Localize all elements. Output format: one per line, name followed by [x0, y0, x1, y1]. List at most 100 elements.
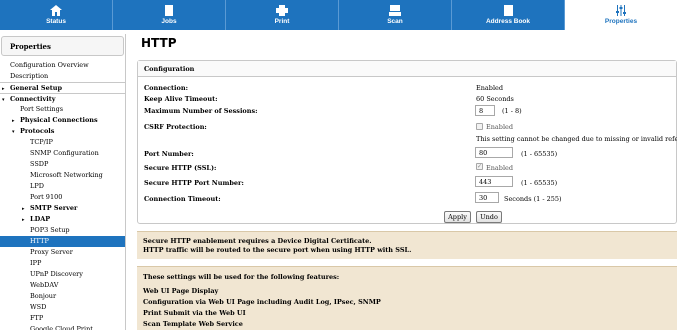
secure-port-label: Secure HTTP Port Number: — [144, 179, 244, 187]
sidebar-item-label: FTP — [30, 314, 44, 322]
sidebar-item-label: SSDP — [30, 160, 49, 168]
port-label: Port Number: — [144, 150, 194, 158]
configuration-panel: Configuration Connection: Enabled Keep A… — [137, 60, 677, 224]
sidebar-item-label: Connectivity — [10, 95, 56, 103]
sidebar-item-smtp-server[interactable]: ▸ SMTP Server — [0, 203, 125, 214]
sidebar-item-ftp[interactable]: FTP — [0, 313, 125, 324]
sidebar-item-upnp-discovery[interactable]: UPnP Discovery — [0, 269, 125, 280]
secure-http-label: Secure HTTP (SSL): — [144, 164, 217, 172]
sidebar-item-pop3-setup[interactable]: POP3 Setup — [0, 225, 125, 236]
sliders-icon — [616, 5, 626, 16]
sidebar-item-physical-connections[interactable]: ▸ Physical Connections — [0, 115, 125, 126]
sidebar-item-port-9100[interactable]: Port 9100 — [0, 192, 125, 203]
sidebar-item-label: LPD — [30, 182, 44, 190]
sidebar-item-label: WSD — [30, 303, 47, 311]
tab-print[interactable]: Print — [226, 0, 339, 30]
port-range: (1 - 65535) — [521, 150, 558, 158]
sidebar-item-label: WebDAV — [30, 281, 59, 289]
keep-alive-label: Keep Alive Timeout: — [144, 95, 218, 103]
expand-arrow-icon[interactable]: ▸ — [22, 215, 30, 226]
sidebar-item-label: Protocols — [20, 127, 55, 135]
sidebar-item-label: Port 9100 — [30, 193, 63, 201]
main-content: HTTP Configuration Connection: Enabled K… — [137, 34, 677, 330]
sidebar-item-lpd[interactable]: LPD — [0, 181, 125, 192]
port-input[interactable]: 80 — [475, 147, 513, 158]
secure-port-range: (1 - 65535) — [521, 179, 558, 187]
features-notice: These settings will be used for the foll… — [137, 266, 677, 330]
sidebar-item-label: Microsoft Networking — [30, 171, 103, 179]
address-book-icon — [504, 5, 513, 16]
tab-address-book[interactable]: Address Book — [452, 0, 565, 30]
sidebar-item-snmp-configuration[interactable]: SNMP Configuration — [0, 148, 125, 159]
sidebar-list: Configuration Overview Description ▸ Genera… — [0, 60, 125, 330]
jobs-icon — [165, 5, 173, 16]
sidebar-item-configuration-overview[interactable]: Configuration Overview — [0, 60, 125, 71]
apply-button[interactable]: Apply — [444, 211, 471, 223]
sidebar-item-label: Google Cloud Print — [30, 325, 93, 330]
sidebar-item-label: Port Settings — [20, 105, 64, 113]
secure-http-checkbox-label: Enabled — [486, 164, 514, 172]
tab-properties-label: Properties — [604, 18, 638, 25]
sidebar-item-description[interactable]: Description — [0, 71, 125, 82]
feature-item: Configuration via Web UI Page including … — [143, 298, 381, 306]
sidebar-item-microsoft-networking[interactable]: Microsoft Networking — [0, 170, 125, 181]
sidebar-item-label: UPnP Discovery — [30, 270, 83, 278]
tab-scan-label: Scan — [387, 18, 403, 25]
feature-item: Web UI Page Display — [143, 287, 219, 295]
undo-button[interactable]: Undo — [476, 211, 502, 223]
csrf-checkbox[interactable] — [476, 123, 483, 130]
sidebar-title: Properties — [1, 36, 124, 56]
tab-scan[interactable]: Scan — [339, 0, 452, 30]
ssl-notice-line2: HTTP traffic will be routed to the secur… — [143, 246, 412, 254]
sidebar-item-label: LDAP — [30, 215, 51, 223]
connection-timeout-range: Seconds (1 - 255) — [504, 195, 562, 203]
sidebar-item-label: SMTP Server — [30, 204, 78, 212]
tab-jobs[interactable]: Jobs — [113, 0, 226, 30]
csrf-note: This setting cannot be changed due to mi… — [476, 135, 677, 143]
panel-heading: Configuration — [138, 61, 676, 77]
csrf-label: CSRF Protection: — [144, 123, 207, 131]
sidebar-item-google-cloud-print[interactable]: Google Cloud Print — [0, 324, 125, 330]
sidebar-item-proxy-server[interactable]: Proxy Server — [0, 247, 125, 258]
sidebar-item-label: SNMP Configuration — [30, 149, 99, 157]
csrf-checkbox-label: Enabled — [486, 123, 514, 131]
sidebar-item-port-settings[interactable]: Port Settings — [0, 104, 125, 115]
secure-port-input[interactable]: 443 — [475, 176, 513, 187]
sidebar-item-label: HTTP — [30, 237, 49, 245]
sidebar-item-label: Physical Connections — [20, 116, 98, 124]
tab-properties[interactable]: Properties — [565, 0, 677, 30]
connection-timeout-input[interactable]: 30 — [475, 192, 499, 203]
sidebar-item-wsd[interactable]: WSD — [0, 302, 125, 313]
sidebar-item-bonjour[interactable]: Bonjour — [0, 291, 125, 302]
expand-arrow-icon[interactable]: ▾ — [12, 127, 20, 138]
feature-item: Scan Template Web Service — [143, 320, 243, 328]
sidebar-item-label: IPP — [30, 259, 42, 267]
expand-arrow-icon[interactable]: ▾ — [2, 95, 10, 106]
sidebar-item-ssdp[interactable]: SSDP — [0, 159, 125, 170]
sidebar-item-ipp[interactable]: IPP — [0, 258, 125, 269]
tab-status[interactable]: Status — [0, 0, 113, 30]
scan-icon — [389, 5, 401, 16]
keep-alive-value: 60 Seconds — [476, 95, 514, 103]
sidebar-item-ldap[interactable]: ▸ LDAP — [0, 214, 125, 225]
sidebar-item-general-setup[interactable]: ▸ General Setup — [0, 82, 125, 93]
ssl-notice: Secure HTTP enablement requires a Device… — [137, 231, 677, 259]
sidebar-item-label: Configuration Overview — [10, 61, 89, 69]
tab-print-label: Print — [274, 18, 290, 25]
secure-http-checkbox[interactable]: ✓ — [476, 163, 483, 170]
sidebar-item-label: Bonjour — [30, 292, 57, 300]
sidebar-item-label: TCP/IP — [30, 138, 53, 146]
sidebar-item-connectivity[interactable]: ▾ Connectivity — [0, 93, 125, 104]
printer-icon — [276, 5, 288, 16]
sidebar-item-protocols[interactable]: ▾ Protocols — [0, 126, 125, 137]
tab-address-book-label: Address Book — [485, 18, 531, 25]
sidebar-item-webdav[interactable]: WebDAV — [0, 280, 125, 291]
sidebar-item-http[interactable]: HTTP — [0, 236, 125, 247]
max-sessions-input[interactable]: 8 — [475, 105, 495, 116]
home-icon — [50, 5, 62, 16]
sidebar-item-label: Description — [10, 72, 49, 80]
connection-label: Connection: — [144, 84, 188, 92]
connection-value: Enabled — [476, 84, 504, 92]
tab-jobs-label: Jobs — [161, 18, 177, 25]
sidebar-item-tcp-ip[interactable]: TCP/IP — [0, 137, 125, 148]
